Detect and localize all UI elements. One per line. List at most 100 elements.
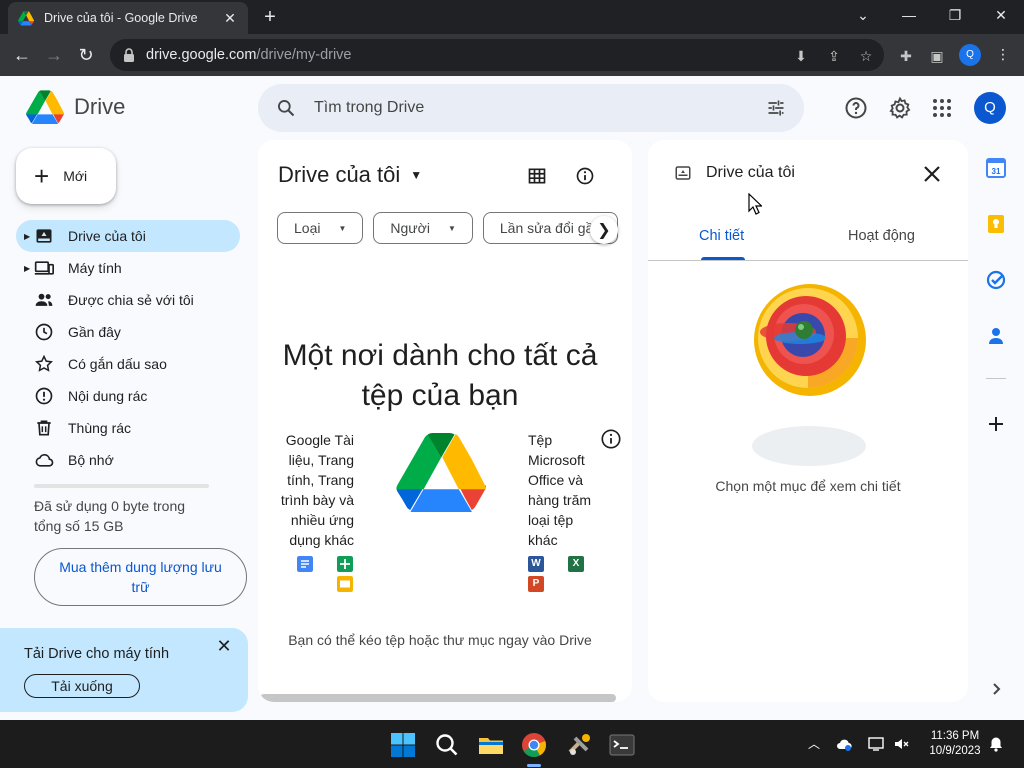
sidebar-item-shared-with-me[interactable]: Được chia sẻ với tôi	[16, 284, 240, 316]
download-button[interactable]: Tải xuống	[24, 674, 140, 698]
tab-search-icon[interactable]: ⌄	[840, 0, 886, 30]
page-title: Drive của tôi	[278, 162, 401, 187]
search-bar[interactable]	[258, 84, 804, 132]
earth-core-illustration-icon	[754, 284, 866, 396]
cloud-icon	[35, 454, 54, 467]
minimize-button[interactable]: —	[886, 0, 932, 30]
plus-icon: +	[34, 161, 50, 191]
trash-icon	[37, 420, 51, 436]
onedrive-cloud-icon[interactable]	[836, 736, 852, 752]
active-app-indicator	[527, 764, 541, 767]
tab-close-icon[interactable]: ✕	[222, 10, 238, 27]
clock-date: 10/9/2023	[929, 745, 981, 757]
buy-storage-button[interactable]: Mua thêm dung lượng lưu trữ	[34, 548, 247, 606]
search-input[interactable]	[314, 99, 734, 117]
bookmark-star-icon[interactable]: ☆	[857, 47, 875, 65]
volume-muted-icon[interactable]	[893, 736, 909, 752]
sidebar-item-label: Bộ nhớ	[68, 452, 114, 468]
new-tab-button[interactable]: +	[258, 5, 282, 29]
expand-arrow-icon[interactable]: ▶	[24, 264, 30, 273]
install-app-icon[interactable]: ⬇	[792, 47, 810, 65]
google-sheets-icon	[337, 556, 353, 572]
expand-arrow-icon[interactable]: ▶	[24, 232, 30, 241]
calendar-day-number: 31	[992, 167, 1001, 176]
browser-tab-strip: Drive của tôi - Google Drive ✕ + ⌄ — ❐ ✕	[0, 0, 1024, 34]
page-title-dropdown[interactable]: Drive của tôi ▼	[278, 162, 422, 188]
tasks-icon[interactable]	[986, 270, 1006, 290]
dropdown-arrow-icon: ▼	[447, 223, 456, 233]
grid-view-icon[interactable]	[527, 166, 547, 186]
clock-icon	[35, 323, 53, 341]
sidebar-item-starred[interactable]: Có gắn dấu sao	[16, 348, 240, 380]
search-icon[interactable]	[434, 732, 460, 758]
calendar-icon[interactable]: 31	[986, 158, 1006, 178]
sidebar-item-trash[interactable]: Thùng rác	[16, 412, 240, 444]
search-icon[interactable]	[276, 98, 296, 118]
network-monitor-icon[interactable]	[868, 736, 884, 752]
restore-button[interactable]: ❐	[932, 0, 978, 30]
horizontal-scrollbar[interactable]	[260, 694, 616, 702]
address-bar[interactable]: drive.google.com/drive/my-drive	[110, 39, 884, 71]
contacts-icon[interactable]	[986, 326, 1006, 346]
help-icon[interactable]	[844, 96, 868, 120]
tab-details[interactable]: Chi tiết	[699, 228, 744, 244]
chevron-right-icon[interactable]: ❯	[590, 216, 618, 244]
add-addon-icon[interactable]	[986, 414, 1006, 434]
keep-icon[interactable]	[986, 214, 1006, 234]
notification-bell-icon[interactable]	[988, 736, 1004, 752]
chevron-right-icon[interactable]	[989, 682, 1003, 696]
sidebar-item-label: Drive của tôi	[68, 228, 146, 244]
browser-menu-icon[interactable]: ⋮	[994, 45, 1012, 63]
share-icon[interactable]: ⇪	[825, 47, 843, 65]
account-avatar[interactable]: Q	[974, 92, 1006, 124]
sidebar-item-storage[interactable]: Bộ nhớ	[16, 444, 240, 476]
my-drive-icon	[675, 166, 691, 180]
lock-icon[interactable]	[122, 48, 136, 62]
close-icon[interactable]	[920, 162, 944, 186]
spam-alert-icon	[35, 387, 53, 405]
side-panel-icon[interactable]: ▣	[928, 47, 946, 65]
sidebar-item-label: Có gắn dấu sao	[68, 356, 167, 372]
terminal-icon[interactable]	[609, 732, 635, 758]
settings-gear-icon[interactable]	[888, 96, 912, 120]
chip-label: Loại	[294, 220, 321, 236]
new-button-label: Mới	[63, 168, 88, 184]
browser-toolbar: ← → ↻ drive.google.com/drive/my-drive ⬇ …	[0, 34, 1024, 76]
details-panel: Drive của tôi Chi tiết Hoạt động Chọn mộ…	[648, 140, 968, 702]
tools-app-icon[interactable]	[567, 732, 593, 758]
google-slides-icon	[337, 576, 353, 592]
windows-start-icon[interactable]	[390, 732, 416, 758]
search-options-icon[interactable]	[766, 98, 786, 118]
google-apps-grid-icon[interactable]	[930, 96, 954, 120]
filter-type-chip[interactable]: Loại ▼	[277, 212, 364, 244]
taskbar-clock[interactable]: 11:36 PM 10/9/2023	[920, 729, 990, 759]
promo-title: Tải Drive cho máy tính	[24, 646, 170, 662]
google-apps-text: Google Tài liệu, Trang tính, Trang trình…	[280, 432, 354, 548]
file-explorer-icon[interactable]	[478, 732, 504, 758]
close-window-button[interactable]: ✕	[978, 0, 1024, 30]
sidebar-item-spam[interactable]: Nội dung rác	[16, 380, 240, 412]
back-button[interactable]: ←	[9, 42, 35, 68]
tab-activity[interactable]: Hoạt động	[848, 228, 915, 244]
extensions-puzzle-icon[interactable]: ✚	[897, 47, 915, 65]
filter-people-chip[interactable]: Người ▼	[373, 212, 473, 244]
new-button[interactable]: + Mới	[16, 148, 116, 204]
reload-button[interactable]: ↻	[73, 42, 99, 68]
empty-state-title: Một nơi dành cho tất cả tệp của bạn	[282, 339, 598, 412]
tab-title: Drive của tôi - Google Drive	[44, 11, 198, 25]
side-panel-divider	[986, 378, 1006, 379]
sidebar-item-computers[interactable]: ▶ Máy tính	[16, 252, 240, 284]
chrome-icon[interactable]	[521, 732, 547, 758]
details-tabs: Chi tiết Hoạt động	[648, 220, 968, 261]
sidebar-item-my-drive[interactable]: ▶ Drive của tôi	[16, 220, 240, 252]
forward-button[interactable]: →	[41, 42, 67, 68]
chevron-up-icon[interactable]: ︿	[806, 736, 822, 752]
info-icon[interactable]	[575, 166, 595, 186]
browser-tab[interactable]: Drive của tôi - Google Drive ✕	[8, 2, 248, 34]
browser-profile-avatar[interactable]: Q	[959, 44, 981, 66]
sidebar-item-recent[interactable]: Gần đây	[16, 316, 240, 348]
drive-logo[interactable]: Drive	[26, 90, 125, 124]
info-icon[interactable]	[600, 428, 622, 450]
google-drive-illustration-icon	[396, 433, 486, 512]
promo-close-icon[interactable]: ✕	[214, 636, 234, 657]
